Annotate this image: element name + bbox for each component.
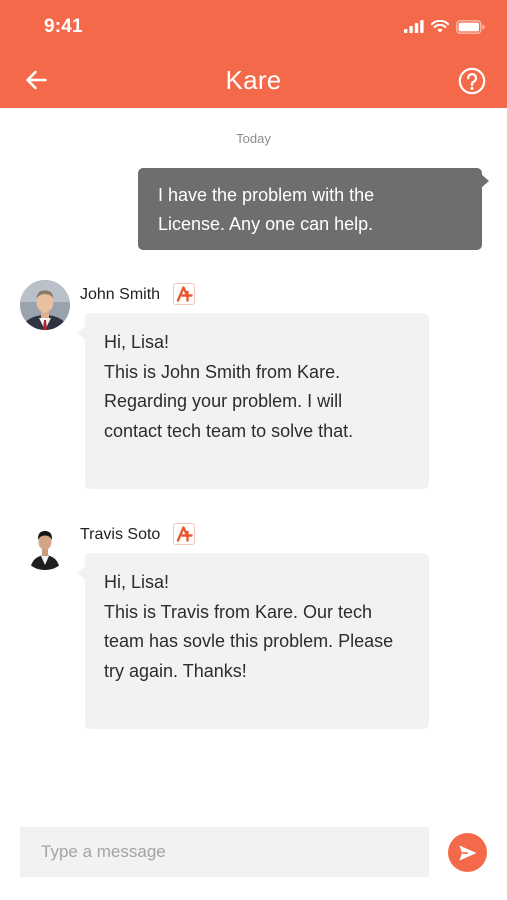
kare-logo-icon: [176, 526, 193, 542]
message-line: contact tech team to solve that.: [104, 420, 354, 441]
message-input[interactable]: [20, 827, 429, 877]
incoming-message-bubble: Hi, Lisa! This is Travis from Kare. Our …: [85, 553, 429, 729]
status-icons: [404, 19, 485, 39]
outgoing-message-bubble: I have the problem with the License. Any…: [138, 168, 482, 250]
sender-name: Travis Soto: [80, 526, 161, 543]
signal-icon: [404, 20, 424, 38]
message-line: Hi, Lisa!: [104, 572, 170, 592]
bubble-tail: [77, 566, 85, 580]
message-line: Regarding your problem. I will: [104, 391, 343, 411]
avatar-john-smith[interactable]: [20, 280, 70, 330]
chat-screen: 9:41 Kare Today I have the problem with …: [0, 0, 507, 900]
send-button[interactable]: [448, 833, 487, 872]
sender-badge: [173, 283, 195, 305]
message-line: This is Travis from Kare. Our tech: [104, 601, 373, 622]
bubble-tail: [77, 326, 85, 340]
message-line: Hi, Lisa!: [104, 332, 170, 352]
message-line: License. Any one can help.: [158, 214, 374, 234]
bubble-tail: [481, 174, 489, 188]
wifi-icon: [430, 19, 450, 38]
sender-badge: [173, 523, 195, 545]
message-line: This is John Smith from Kare.: [104, 361, 341, 382]
question-circle-icon: [458, 67, 486, 95]
date-divider: Today: [236, 131, 271, 146]
incoming-message-bubble: Hi, Lisa! This is John Smith from Kare. …: [85, 313, 429, 489]
app-header: 9:41 Kare: [0, 0, 507, 108]
help-button[interactable]: [455, 64, 489, 98]
message-line: team has sovle this problem. Please: [104, 631, 394, 651]
kare-logo-icon: [176, 286, 193, 302]
battery-icon: [456, 19, 485, 39]
avatar-travis-soto[interactable]: [20, 520, 70, 570]
page-title: Kare: [225, 65, 282, 95]
status-time: 9:41: [44, 16, 83, 37]
sender-name: John Smith: [80, 286, 161, 303]
message-line: I have the problem with the: [158, 185, 375, 205]
send-icon: [459, 845, 476, 860]
message-line: try again. Thanks!: [104, 660, 247, 681]
